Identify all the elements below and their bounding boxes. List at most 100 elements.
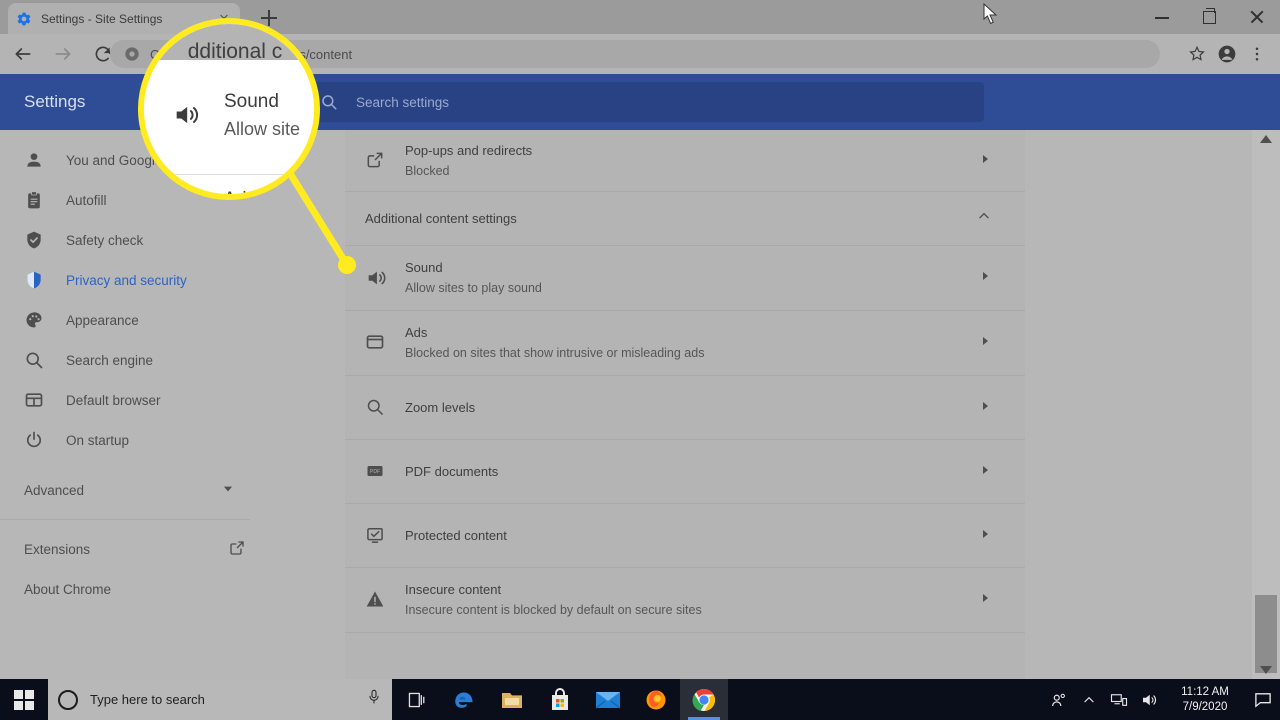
chevron-right-icon	[975, 334, 991, 352]
magnifier-top-text-row: dditional c	[144, 24, 314, 60]
back-icon[interactable]	[6, 37, 40, 71]
cortana-circle-icon	[58, 689, 78, 710]
file-explorer-icon[interactable]	[488, 679, 536, 720]
setting-row-ads[interactable]: Ads Blocked on sites that show intrusive…	[345, 311, 1025, 376]
setting-title: Ads	[405, 325, 428, 340]
maximize-icon[interactable]	[1186, 0, 1233, 34]
setting-subtitle: Blocked on sites that show intrusive or …	[405, 346, 705, 360]
setting-row-insecure-content[interactable]: Insecure content Insecure content is blo…	[345, 568, 1025, 633]
bookmark-star-icon[interactable]	[1182, 40, 1212, 68]
search-settings-input[interactable]: Search settings	[304, 82, 984, 122]
setting-row-text: Protected content	[405, 527, 975, 545]
sidebar-item-safety-check[interactable]: Safety check	[0, 220, 345, 260]
settings-right-pane	[1025, 130, 1252, 679]
more-menu-icon[interactable]	[1242, 40, 1272, 68]
firefox-icon[interactable]	[632, 679, 680, 720]
setting-row-text: Zoom levels	[405, 399, 975, 417]
sidebar-item-about-chrome[interactable]: About Chrome	[0, 569, 345, 609]
volume-icon[interactable]	[1134, 679, 1164, 720]
setting-row-text: PDF documents	[405, 463, 975, 481]
search-icon	[320, 93, 338, 111]
section-header-additional-content-settings[interactable]: Additional content settings	[345, 192, 1025, 246]
sidebar-item-extensions[interactable]: Extensions	[0, 529, 345, 569]
palette-icon	[24, 310, 44, 330]
sidebar-item-label: On startup	[66, 432, 130, 448]
microsoft-store-icon[interactable]	[536, 679, 584, 720]
minimize-icon[interactable]	[1139, 0, 1186, 34]
search-placeholder: Search settings	[356, 94, 450, 110]
settings-sidebar: You and Google Autofill Safety check Pri…	[0, 130, 345, 679]
scroll-down-arrow-icon[interactable]	[1252, 661, 1280, 679]
profile-icon[interactable]	[1212, 40, 1242, 68]
setting-row-text: Sound Allow sites to play sound	[405, 259, 975, 297]
sidebar-item-advanced[interactable]: Advanced	[0, 470, 345, 510]
speaker-icon	[365, 267, 387, 289]
sidebar-item-label: Default browser	[66, 392, 161, 408]
close-icon[interactable]	[1233, 0, 1280, 34]
sidebar-divider	[0, 519, 250, 520]
magnifier-body: Sound Allow site	[144, 60, 314, 170]
scroll-up-arrow-icon[interactable]	[1252, 130, 1280, 148]
forward-icon[interactable]	[46, 37, 80, 71]
external-link-icon	[365, 150, 387, 172]
pdf-icon: PDF	[365, 461, 387, 483]
gear-icon	[16, 11, 32, 27]
chevron-down-icon	[221, 482, 235, 499]
chevron-right-icon	[975, 527, 991, 545]
setting-title: Insecure content	[405, 582, 502, 597]
setting-title: PDF documents	[405, 463, 499, 479]
setting-title: Zoom levels	[405, 399, 476, 415]
setting-row-protected-content[interactable]: Protected content	[345, 504, 1025, 568]
search-icon	[365, 397, 387, 419]
setting-title: Sound	[405, 260, 443, 275]
action-center-icon[interactable]	[1246, 679, 1280, 720]
setting-row-text: Insecure content Insecure content is blo…	[405, 581, 975, 619]
setting-row-zoom-levels[interactable]: Zoom levels	[345, 376, 1025, 440]
sidebar-item-privacy-and-security[interactable]: Privacy and security	[0, 260, 345, 300]
warning-icon	[365, 589, 387, 611]
svg-text:PDF: PDF	[370, 469, 380, 475]
setting-subtitle: Blocked	[405, 163, 450, 178]
task-view-icon[interactable]	[392, 679, 440, 720]
taskbar-search-input[interactable]: Type here to search	[48, 679, 392, 720]
magnifier-top-text: dditional c	[187, 40, 283, 60]
window-controls	[1139, 0, 1280, 34]
sidebar-item-appearance[interactable]: Appearance	[0, 300, 345, 340]
taskbar-search-placeholder: Type here to search	[90, 692, 205, 707]
shield-check-icon	[24, 230, 44, 250]
sidebar-item-on-startup[interactable]: On startup	[0, 420, 345, 460]
setting-title: Pop-ups and redirects	[405, 142, 533, 158]
setting-row-popups-and-redirects[interactable]: Pop-ups and redirects Blocked	[345, 130, 1025, 192]
people-icon[interactable]	[1044, 679, 1074, 720]
checkbox-monitor-icon	[365, 525, 387, 547]
show-hidden-icons-chevron[interactable]	[1074, 679, 1104, 720]
windows-taskbar: Type here to search 11:12 AM 7/9/2020	[0, 679, 1280, 720]
network-icon[interactable]	[1104, 679, 1134, 720]
sidebar-item-default-browser[interactable]: Default browser	[0, 380, 345, 420]
magnifier-subtitle: Allow site	[224, 118, 301, 139]
sidebar-advanced-label: Advanced	[24, 482, 85, 498]
chevron-right-icon	[975, 152, 991, 170]
microphone-icon[interactable]	[366, 688, 382, 711]
sidebar-item-label: Extensions	[24, 541, 91, 557]
clock-time: 11:12 AM	[1181, 685, 1229, 698]
window-icon	[365, 332, 387, 354]
callout-pointer-dot	[338, 256, 356, 274]
magnifier-callout: dditional c Sound Allow site Ad	[138, 18, 320, 200]
setting-title: Protected content	[405, 527, 507, 543]
setting-row-text: Ads Blocked on sites that show intrusive…	[405, 324, 975, 362]
page-scrollbar[interactable]	[1252, 130, 1280, 679]
mail-icon[interactable]	[584, 679, 632, 720]
sidebar-item-search-engine[interactable]: Search engine	[0, 340, 345, 380]
setting-subtitle: Allow sites to play sound	[405, 281, 542, 295]
edge-icon[interactable]	[440, 679, 488, 720]
chrome-icon[interactable]	[680, 679, 728, 720]
search-icon	[24, 350, 44, 370]
setting-row-pdf-documents[interactable]: PDF PDF documents	[345, 440, 1025, 504]
sidebar-item-label: Privacy and security	[66, 272, 187, 288]
chevron-right-icon	[975, 269, 991, 287]
windows-start-icon[interactable]	[0, 679, 48, 720]
setting-subtitle: Insecure content is blocked by default o…	[405, 603, 702, 617]
taskbar-clock[interactable]: 11:12 AM 7/9/2020	[1164, 679, 1246, 720]
setting-row-sound[interactable]: Sound Allow sites to play sound	[345, 246, 1025, 311]
